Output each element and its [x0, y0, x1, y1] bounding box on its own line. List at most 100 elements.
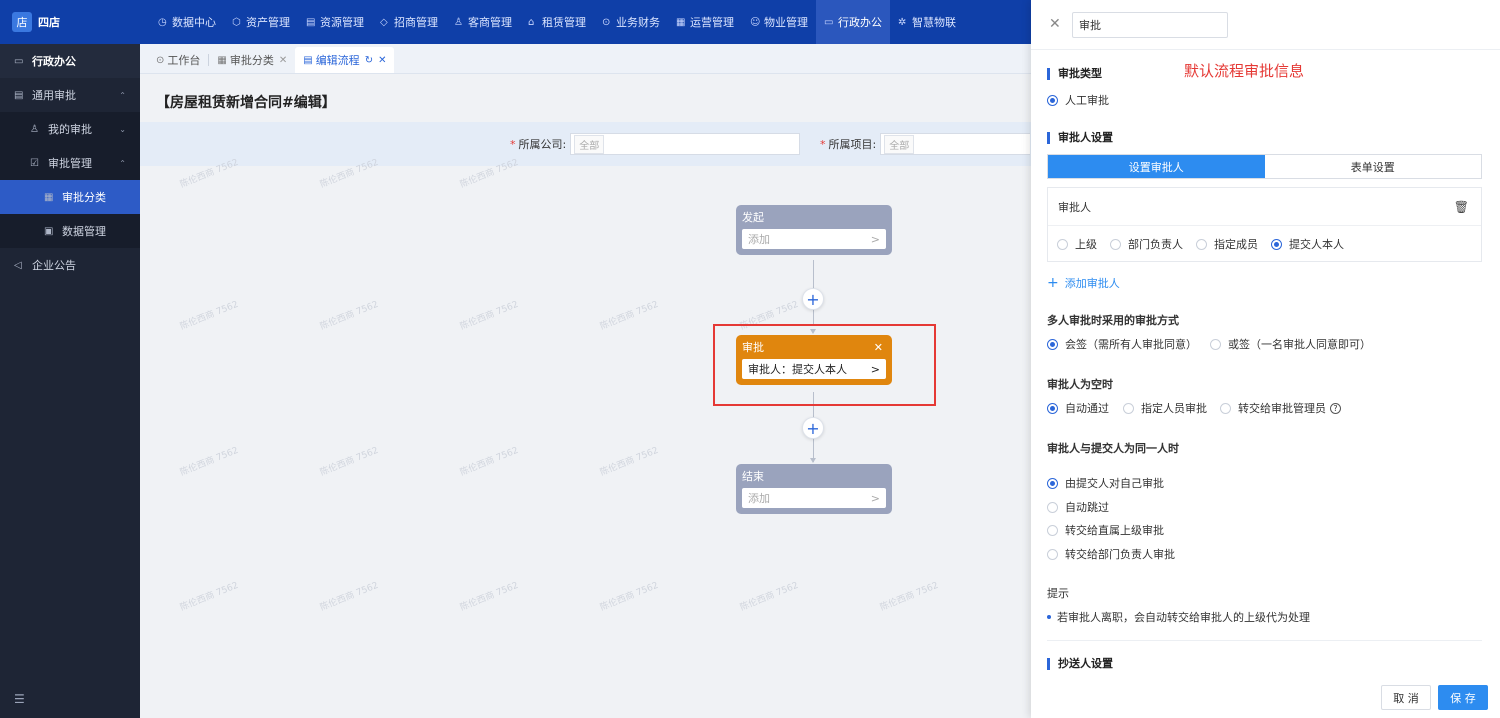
topnav-label: 物业管理: [764, 16, 808, 29]
sidebar-item-my-approval[interactable]: ♙ 我的审批 ⌄: [0, 112, 140, 146]
logo-text: 四店: [38, 16, 60, 29]
add-node-button[interactable]: +: [802, 417, 824, 439]
monitor-icon: ▭: [14, 55, 24, 67]
radio-label: 转交给部门负责人审批: [1065, 548, 1175, 561]
help-icon[interactable]: ?: [1330, 402, 1341, 414]
app-logo[interactable]: 店 四店: [0, 0, 140, 44]
radio-manual-approval[interactable]: 人工审批: [1047, 92, 1109, 108]
sidebar-item-general-approval[interactable]: ▤ 通用审批 ⌃: [0, 78, 140, 112]
radio-auto-skip[interactable]: 自动跳过: [1047, 499, 1109, 515]
node-title: 发起: [742, 211, 764, 224]
sidebar-item-approval-management[interactable]: ☑ 审批管理 ⌃: [0, 146, 140, 180]
coin-icon: ⊙: [602, 16, 611, 28]
sun-icon: ✲: [898, 16, 907, 28]
filter-tag: 全部: [574, 134, 605, 154]
close-icon[interactable]: ✕: [279, 55, 287, 66]
node-content[interactable]: 添加 >: [742, 488, 886, 508]
sidebar-header[interactable]: ▭ 行政办公: [0, 44, 140, 78]
radio-auto-pass[interactable]: 自动通过: [1047, 400, 1109, 416]
radio-label: 提交人本人: [1289, 238, 1344, 251]
node-content[interactable]: 添加 >: [742, 229, 886, 249]
flow-node-end[interactable]: 结束 添加 >: [736, 464, 892, 514]
radio-label: 上级: [1075, 238, 1097, 251]
cancel-button[interactable]: 取 消: [1381, 685, 1431, 710]
project-select[interactable]: 全部: [880, 133, 1031, 155]
drawer-footer: 取 消 保 存: [1031, 676, 1500, 718]
clock-icon: ◷: [158, 16, 167, 28]
topnav-admin-office[interactable]: ▭ 行政办公: [816, 0, 890, 44]
highlight-box: [713, 324, 936, 406]
document-icon: ▤: [303, 54, 313, 66]
diamond-icon: ◇: [380, 16, 388, 28]
add-approver-label: 添加审批人: [1064, 277, 1120, 290]
radio-dot: [1220, 402, 1231, 414]
grid-icon: ▦: [676, 16, 686, 28]
add-approver-link[interactable]: + 添加审批人: [1047, 275, 1120, 291]
radio-transfer-dept-head[interactable]: 转交给部门负责人审批: [1047, 546, 1175, 562]
main-content: 【房屋租赁新增合同#编辑】 * 所属公司: 全部 * 所属项目: 全部 陈伦西商…: [140, 74, 1031, 718]
chevron-up-icon: ⌃: [119, 90, 126, 100]
topnav-data-center[interactable]: ◷ 数据中心: [150, 0, 224, 44]
watermark: 陈伦西商 7562: [318, 445, 380, 479]
menu-collapse-icon[interactable]: ☰: [14, 692, 25, 706]
radio-countersign[interactable]: 会签（需所有人审批同意）: [1047, 336, 1197, 352]
topnav-label: 客商管理: [468, 16, 512, 29]
node-title: 结束: [742, 470, 764, 483]
radio-designated-approval[interactable]: 指定人员审批: [1123, 400, 1207, 416]
radio-submitter-self[interactable]: 提交人本人: [1271, 236, 1344, 252]
sidebar-item-announcement[interactable]: ◁ 企业公告: [0, 248, 140, 282]
radio-dot: [1047, 402, 1058, 414]
section-title-cc: 抄送人设置: [1047, 658, 1113, 670]
radio-dot: [1196, 238, 1207, 250]
topnav-resource[interactable]: ▤ 资源管理: [298, 0, 372, 44]
tab-form-settings[interactable]: 表单设置: [1265, 155, 1482, 178]
radio-transfer-admin[interactable]: 转交给审批管理员?: [1220, 400, 1341, 416]
close-icon[interactable]: ✕: [1049, 16, 1061, 32]
required-mark: *: [510, 137, 516, 151]
tab-workbench[interactable]: ⊙ 工作台: [148, 47, 208, 73]
node-name-input[interactable]: [1072, 12, 1228, 38]
topnav-property[interactable]: ☺ 物业管理: [742, 0, 816, 44]
topnav-label: 智慧物联: [912, 16, 956, 29]
trash-icon[interactable]: 🗑: [1454, 200, 1469, 214]
radio-superior[interactable]: 上级: [1057, 236, 1097, 252]
radio-self-approve[interactable]: 由提交人对自己审批: [1047, 475, 1164, 491]
flow-node-start[interactable]: 发起 添加 >: [736, 205, 892, 255]
topnav-finance[interactable]: ⊙ 业务财务: [594, 0, 668, 44]
tip-title: 提示: [1047, 587, 1069, 600]
tab-edit-flow[interactable]: ▤ 编辑流程 ↻ ✕: [295, 47, 395, 73]
tab-set-approver[interactable]: 设置审批人: [1048, 155, 1265, 178]
close-icon[interactable]: ✕: [378, 55, 386, 66]
dashboard-icon: ⊙: [156, 54, 165, 66]
sidebar-item-approval-category[interactable]: ▦ 审批分类: [0, 180, 140, 214]
topnav-operation[interactable]: ▦ 运营管理: [668, 0, 742, 44]
sidebar-item-data-management[interactable]: ▣ 数据管理: [0, 214, 140, 248]
topnav-lease[interactable]: ⌂ 租赁管理: [520, 0, 594, 44]
radio-dot: [1271, 238, 1282, 250]
watermark: 陈伦西商 7562: [458, 445, 520, 479]
tab-approval-category[interactable]: ▦ 审批分类 ✕: [209, 47, 295, 73]
topnav-label: 租赁管理: [542, 16, 586, 29]
topnav-merchant[interactable]: ♙ 客商管理: [446, 0, 520, 44]
save-button[interactable]: 保 存: [1438, 685, 1488, 710]
project-filter: * 所属项目: 全部: [820, 133, 1031, 155]
topnav-iot[interactable]: ✲ 智慧物联: [890, 0, 964, 44]
radio-or-sign[interactable]: 或签（一名审批人同意即可）: [1210, 336, 1371, 352]
filter-label: 所属公司:: [518, 138, 567, 151]
topnav-investment[interactable]: ◇ 招商管理: [372, 0, 446, 44]
radio-transfer-superior[interactable]: 转交给直属上级审批: [1047, 522, 1164, 538]
radio-designated-member[interactable]: 指定成员: [1196, 236, 1258, 252]
radio-label: 或签（一名审批人同意即可）: [1228, 338, 1371, 351]
refresh-icon[interactable]: ↻: [365, 55, 373, 66]
radio-dept-head[interactable]: 部门负责人: [1110, 236, 1183, 252]
section-title-same: 审批人与提交人为同一人时: [1047, 442, 1179, 455]
company-select[interactable]: 全部: [570, 133, 801, 155]
sidebar-item-label: 数据管理: [62, 225, 106, 238]
bullet-icon: [1047, 615, 1051, 619]
topnav-asset[interactable]: ⬡ 资产管理: [224, 0, 298, 44]
radio-dot: [1047, 501, 1058, 513]
add-node-button[interactable]: +: [802, 288, 824, 310]
node-settings-drawer: ✕ 审批类型 默认流程审批信息 人工审批 审批人设置 设置审批人 表单设置 审批…: [1031, 0, 1500, 718]
radio-dot: [1123, 402, 1134, 414]
grid-icon: ▦: [217, 54, 227, 66]
